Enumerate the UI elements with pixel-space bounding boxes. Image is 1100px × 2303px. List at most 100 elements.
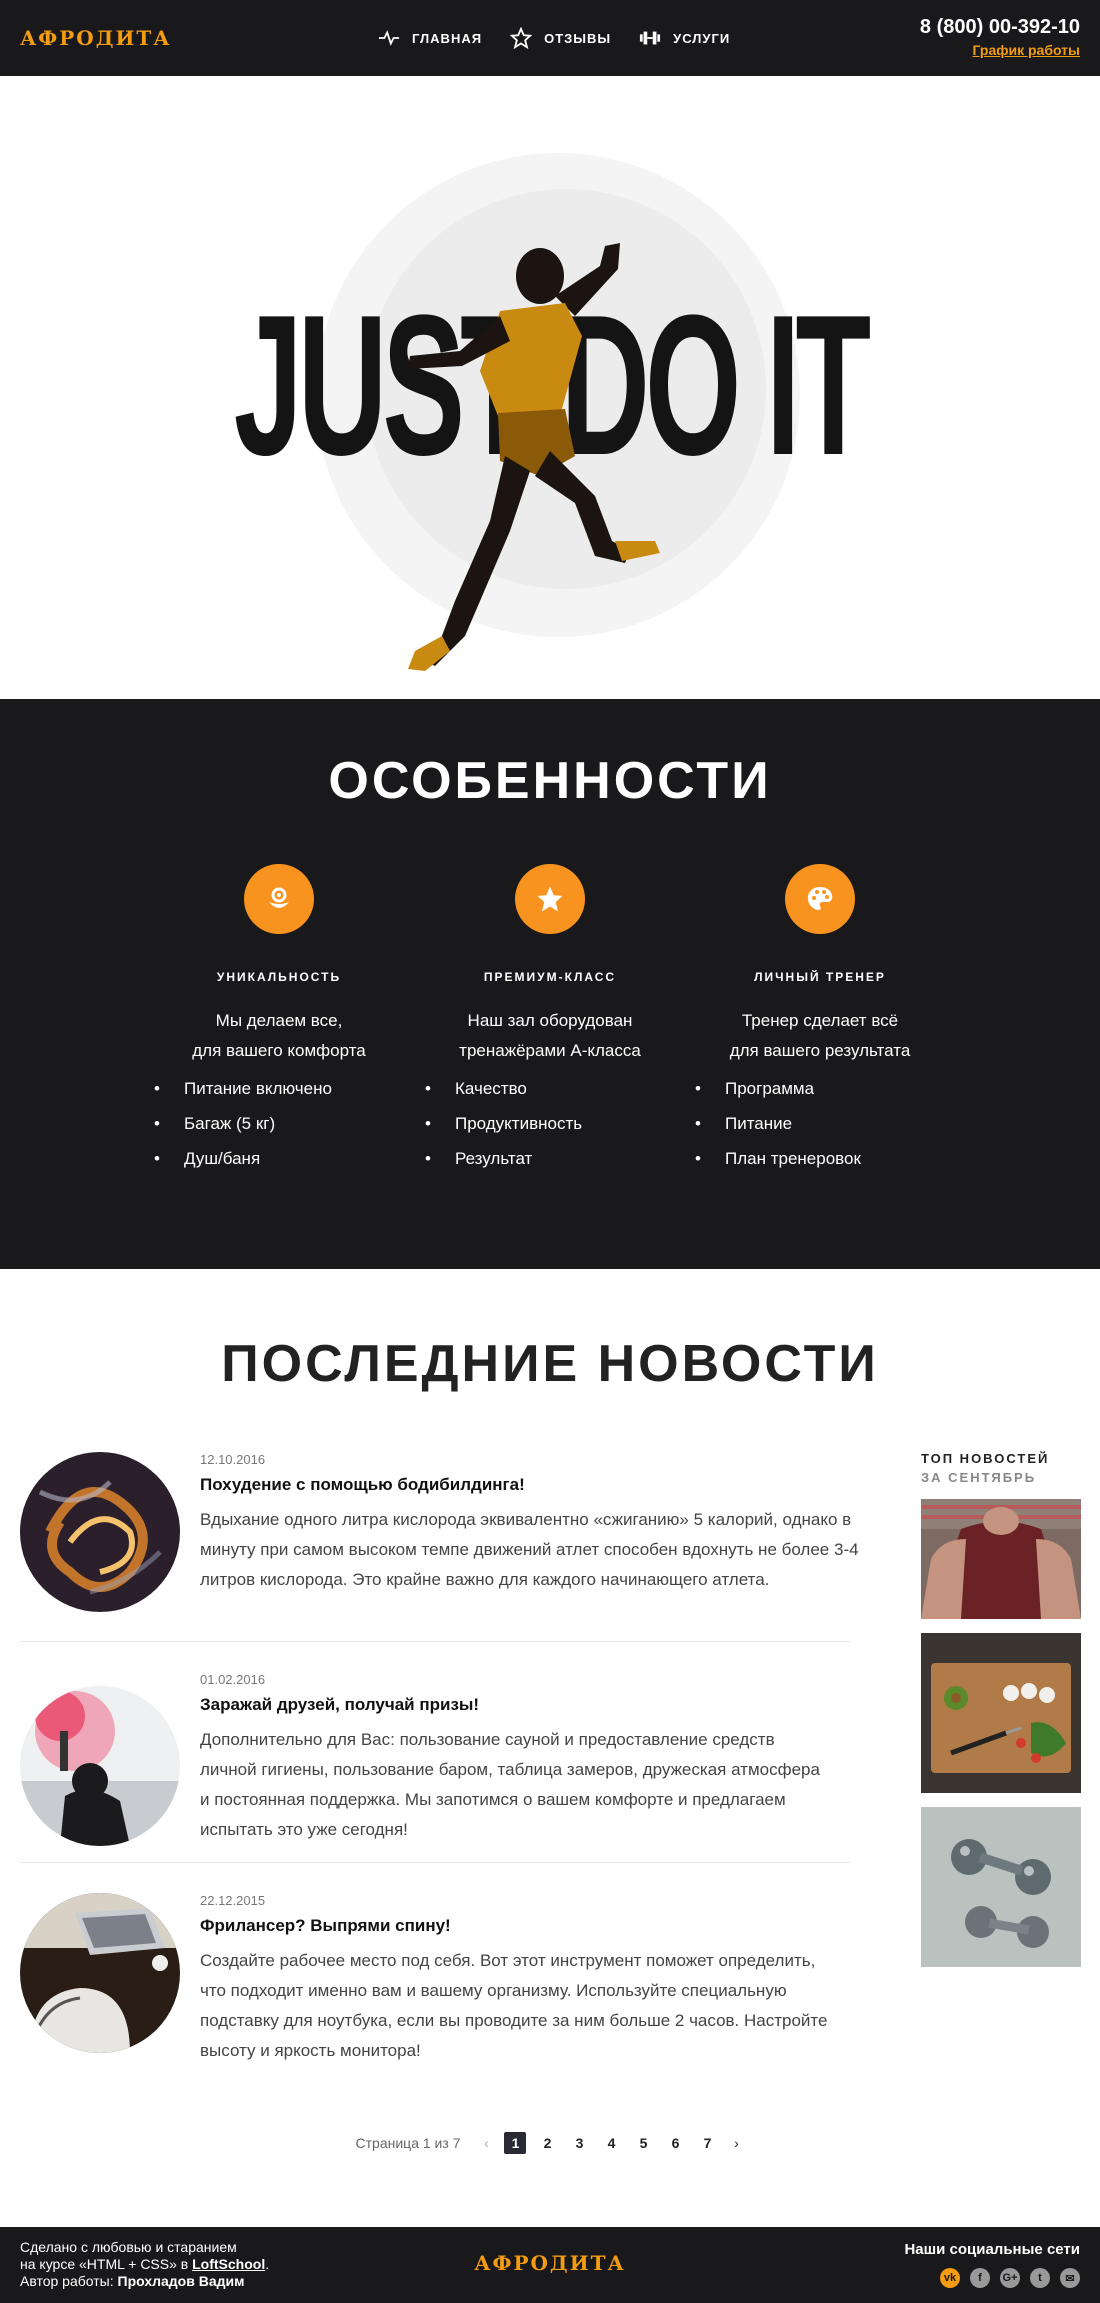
section-title: ПОСЛЕДНИЕ НОВОСТИ (221, 1335, 879, 1393)
social-links: Наши социальные сети vk f G+ t ✉ (904, 2241, 1080, 2288)
feature-description: Наш зал оборудован тренажёрами А-класса (420, 1006, 680, 1066)
article-image[interactable] (20, 1893, 180, 2053)
star-icon (510, 27, 533, 49)
prev-page-button[interactable]: ‹ (478, 2135, 494, 2151)
feature-description: Тренер сделает всё для вашего результата (690, 1006, 950, 1066)
feature-list-item: Продуктивность (425, 1106, 680, 1141)
feature-list-item: Качество (425, 1071, 680, 1106)
article-title[interactable]: Заражай друзей, получай призы! (200, 1695, 920, 1715)
article-title[interactable]: Фрилансер? Выпрями спину! (200, 1916, 920, 1936)
feature-list: Программа Питание План тренеровок (690, 1071, 950, 1176)
twitter-icon[interactable]: t (1030, 2268, 1050, 2288)
feature-premium: ПРЕМИУМ-КЛАСС Наш зал оборудован тренажё… (420, 864, 680, 1176)
feature-desc-line: Наш зал оборудован (467, 1011, 633, 1030)
top-news-image[interactable] (921, 1633, 1081, 1793)
sidebar-title: ТОП НОВОСТЕЙ (921, 1451, 1050, 1466)
feature-list: Питание включено Багаж (5 кг) Душ/баня (149, 1071, 409, 1176)
feature-description: Мы делаем все, для вашего комфорта (149, 1006, 409, 1066)
article-body: 22.12.2015 Фрилансер? Выпрями спину! Соз… (200, 1893, 920, 2066)
article-image[interactable] (20, 1452, 180, 1612)
feature-list-item: Багаж (5 кг) (154, 1106, 409, 1141)
footer-credit-line: Автор работы: Прохладов Вадим (20, 2273, 269, 2290)
google-plus-icon[interactable]: G+ (1000, 2268, 1020, 2288)
site-footer: Сделано с любовью и старанием на курсе «… (0, 2227, 1100, 2303)
dumbbell-icon (640, 31, 661, 45)
feature-list-item: Питание включено (154, 1071, 409, 1106)
section-title: ОСОБЕННОСТИ (328, 752, 772, 810)
article-date: 01.02.2016 (200, 1672, 266, 1687)
page-button-2[interactable]: 2 (536, 2132, 558, 2154)
article-text: Вдыхание одного литра кислорода эквивале… (200, 1510, 859, 1589)
schedule-link[interactable]: График работы (973, 42, 1081, 58)
author-name: Прохладов Вадим (117, 2273, 245, 2289)
page-button-6[interactable]: 6 (664, 2132, 686, 2154)
article-body: 01.02.2016 Заражай друзей, получай призы… (200, 1672, 920, 1845)
article-image[interactable] (20, 1686, 180, 1846)
news-article: 12.10.2016 Похудение с помощью бодибилди… (20, 1452, 859, 1642)
sidebar-subtitle: ЗА СЕНТЯБРЬ (921, 1470, 1037, 1485)
nav-item-services[interactable]: УСЛУГИ (639, 27, 730, 49)
flower-icon (244, 864, 314, 934)
top-news-sidebar: ТОП НОВОСТЕЙ ЗА СЕНТЯБРЬ (921, 1451, 1081, 1967)
feature-list-item: Программа (695, 1071, 950, 1106)
hero: JUST DO IT (0, 76, 1100, 699)
feature-list-item: План тренеровок (695, 1141, 950, 1176)
social-title: Наши социальные сети (904, 2241, 1080, 2258)
top-news-image[interactable] (921, 1499, 1081, 1619)
feature-name: ЛИЧНЫЙ ТРЕНЕР (754, 970, 886, 984)
main-nav: ГЛАВНАЯ ОТЗЫВЫ УСЛУГИ (378, 0, 730, 76)
feature-personal-trainer: ЛИЧНЫЙ ТРЕНЕР Тренер сделает всё для ваш… (690, 864, 950, 1176)
feature-desc-line: для вашего результата (729, 1041, 911, 1060)
nav-item-reviews[interactable]: ОТЗЫВЫ (510, 27, 611, 49)
top-news-image[interactable] (921, 1807, 1081, 1967)
nav-item-label: УСЛУГИ (673, 30, 731, 46)
divider (20, 1862, 850, 1863)
article-text: Дополнительно для Вас: пользование сауно… (200, 1730, 820, 1839)
pulse-icon (378, 30, 400, 46)
article-title[interactable]: Похудение с помощью бодибилдинга! (200, 1475, 920, 1495)
facebook-icon[interactable]: f (970, 2268, 990, 2288)
feature-desc-line: Тренер сделает всё (741, 1011, 899, 1030)
header-contacts: 8 (800) 00-392-10 График работы (920, 16, 1080, 60)
article-body: 12.10.2016 Похудение с помощью бодибилди… (200, 1452, 920, 1595)
phone-number[interactable]: 8 (800) 00-392-10 (920, 16, 1080, 39)
feature-list-item: Питание (695, 1106, 950, 1141)
next-page-button[interactable]: › (728, 2135, 744, 2151)
pagination: Страница 1 из 7 ‹ 1 2 3 4 5 6 7 › (0, 2132, 1100, 2154)
feature-list-item: Душ/баня (154, 1141, 409, 1176)
vk-icon[interactable]: vk (940, 2268, 960, 2288)
social-icons: vk f G+ t ✉ (904, 2268, 1080, 2288)
feature-list-item: Результат (425, 1141, 680, 1176)
footer-text: Автор работы: (20, 2273, 118, 2289)
feature-name: УНИКАЛЬНОСТЬ (216, 970, 342, 984)
site-header: АФРОДИТА ГЛАВНАЯ ОТЗЫВЫ УСЛУГИ 8 (800) 0… (0, 0, 1100, 76)
features-section: ОСОБЕННОСТИ УНИКАЛЬНОСТЬ Мы делаем все, … (0, 699, 1100, 1269)
nav-item-label: ОТЗЫВЫ (544, 30, 612, 46)
feature-desc-line: Мы делаем все, (215, 1011, 343, 1030)
page-button-7[interactable]: 7 (696, 2132, 718, 2154)
feature-desc-line: тренажёрами А-класса (459, 1041, 641, 1060)
feature-list: Качество Продуктивность Результат (420, 1071, 680, 1176)
page-button-1[interactable]: 1 (504, 2132, 527, 2154)
feature-name: ПРЕМИУМ-КЛАСС (483, 970, 617, 984)
pagination-info: Страница 1 из 7 (355, 2135, 461, 2151)
divider (20, 1641, 850, 1642)
page-button-5[interactable]: 5 (632, 2132, 654, 2154)
star-icon (515, 864, 585, 934)
logo[interactable]: АФРОДИТА (20, 26, 172, 50)
page-button-4[interactable]: 4 (600, 2132, 622, 2154)
palette-icon (785, 864, 855, 934)
article-text: Создайте рабочее место под себя. Вот это… (200, 1951, 828, 2060)
nav-item-label: ГЛАВНАЯ (412, 30, 483, 46)
news-article: 01.02.2016 Заражай друзей, получай призы… (20, 1672, 850, 1862)
news-section: ПОСЛЕДНИЕ НОВОСТИ 12.10.2016 Похудение с… (0, 1269, 1100, 2227)
article-date: 12.10.2016 (200, 1452, 266, 1467)
article-date: 22.12.2015 (200, 1893, 266, 1908)
nav-item-home[interactable]: ГЛАВНАЯ (378, 27, 482, 49)
feature-desc-line: для вашего комфорта (192, 1041, 366, 1060)
feature-uniqueness: УНИКАЛЬНОСТЬ Мы делаем все, для вашего к… (149, 864, 409, 1176)
news-article: 22.12.2015 Фрилансер? Выпрями спину! Соз… (20, 1893, 850, 2093)
page-button-3[interactable]: 3 (568, 2132, 590, 2154)
mail-icon[interactable]: ✉ (1060, 2268, 1080, 2288)
jumping-athlete-image (408, 243, 660, 671)
